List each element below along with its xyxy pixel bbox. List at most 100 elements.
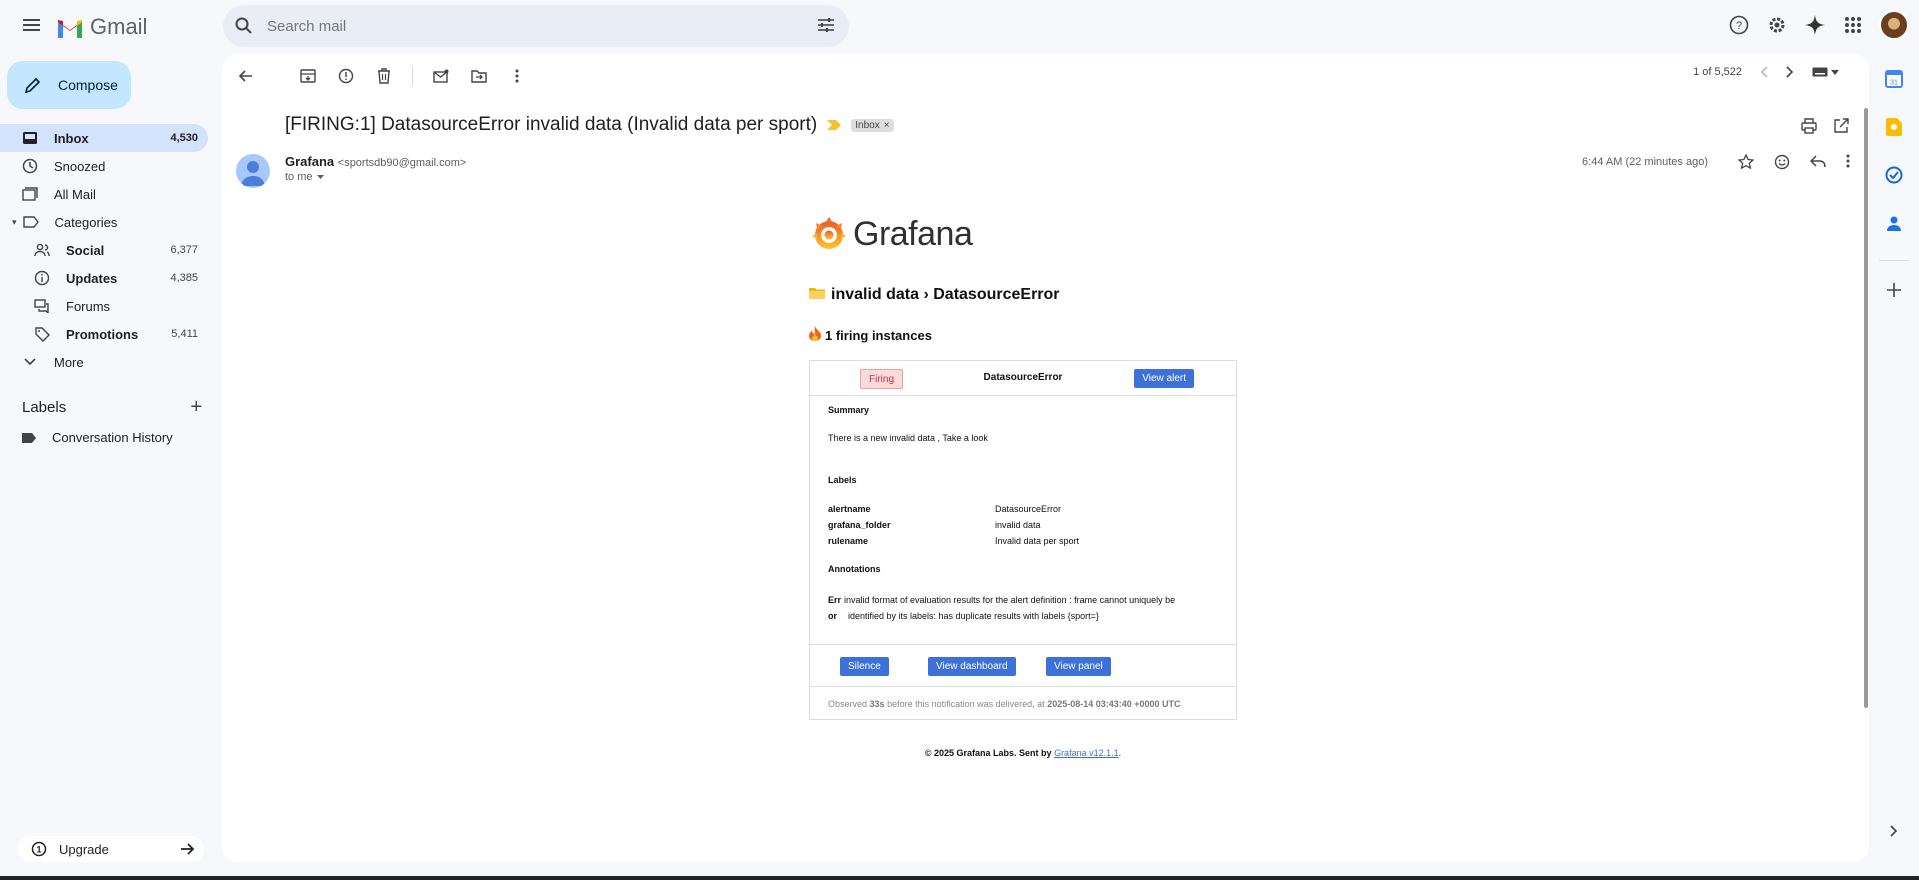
inbox-count: 4,530 (170, 132, 198, 144)
archive-icon[interactable] (298, 66, 318, 86)
contacts-icon[interactable] (1883, 212, 1905, 234)
view-alert-button[interactable]: View alert (1134, 369, 1194, 388)
settings-gear-icon[interactable] (1765, 13, 1789, 37)
info-icon (34, 270, 50, 286)
side-panel: 31 (1869, 54, 1919, 862)
add-addon-plus-icon[interactable] (1883, 279, 1905, 301)
hamburger-icon (22, 19, 40, 31)
keep-notes-icon[interactable] (1883, 116, 1905, 138)
compose-button[interactable]: Compose (7, 61, 131, 109)
message-scrollbar[interactable] (1864, 108, 1868, 708)
sidebar-item-promotions[interactable]: Promotions 5,411 (0, 320, 208, 348)
message-subject: [FIRING:1] DatasourceError invalid data … (285, 114, 818, 135)
add-label-plus-icon[interactable]: + (190, 396, 202, 419)
svg-text:31: 31 (1890, 80, 1898, 87)
next-chevron-icon[interactable] (1786, 66, 1794, 78)
sidebar-item-updates[interactable]: Updates 4,385 (0, 264, 208, 292)
delete-trash-icon[interactable] (374, 66, 394, 86)
main-menu-button[interactable] (16, 12, 46, 38)
star-icon[interactable] (1738, 154, 1754, 170)
sidebar-item-forums[interactable]: Forums (0, 292, 208, 320)
sender-avatar[interactable] (236, 154, 270, 188)
annotation-key: Err or (828, 595, 842, 621)
grafana-version-link[interactable]: Grafana v12.1.1 (1054, 748, 1119, 758)
app-name: Gmail (90, 14, 148, 39)
silence-button[interactable]: Silence (840, 657, 889, 676)
label-outline-icon (22, 214, 39, 230)
help-icon[interactable]: ? (1727, 13, 1751, 37)
arrow-right-icon (181, 843, 194, 855)
gemini-sparkle-icon[interactable] (1803, 13, 1827, 37)
sender-name: Grafana (285, 154, 335, 169)
view-panel-button[interactable]: View panel (1046, 657, 1111, 676)
pagination: 1 of 5,522 (1693, 66, 1839, 78)
sender-row: Grafana <sportsdb90@gmail.com> to me 6:4… (236, 154, 1856, 194)
tag-icon (34, 326, 50, 342)
search-input[interactable] (267, 17, 787, 35)
apps-grid-icon[interactable] (1841, 13, 1865, 37)
back-arrow-icon[interactable] (236, 66, 256, 86)
report-spam-icon[interactable] (336, 66, 356, 86)
grafana-logo: Grafana (809, 214, 973, 254)
sidebar-label-conversation-history[interactable]: Conversation History (22, 430, 173, 445)
open-new-window-icon[interactable] (1833, 118, 1849, 134)
recipients-toggle[interactable]: to me (285, 171, 324, 183)
inbox-icon (22, 130, 38, 146)
firing-count: 1 firing instances (809, 326, 932, 344)
sidebar-item-all-mail[interactable]: All Mail (0, 180, 208, 208)
grafana-wordmark: Grafana (853, 214, 973, 253)
gmail-m-icon (58, 19, 82, 38)
search-icon[interactable] (235, 17, 253, 35)
emoji-reaction-icon[interactable] (1774, 154, 1790, 170)
alert-card: Firing DatasourceError View alert Summar… (809, 360, 1237, 720)
inbox-label-chip: Inbox × (851, 118, 894, 132)
svg-text:1: 1 (36, 845, 41, 855)
chevron-down-icon (22, 354, 38, 370)
move-to-icon[interactable] (469, 66, 489, 86)
compose-label: Compose (58, 77, 118, 93)
sidebar-item-inbox[interactable]: Inbox 4,530 (0, 124, 208, 152)
sidebar-item-more[interactable]: More (0, 348, 208, 376)
pencil-icon (24, 77, 41, 94)
mark-unread-icon[interactable] (431, 66, 451, 86)
previous-chevron-icon[interactable] (1760, 66, 1768, 78)
folder-icon (809, 286, 825, 304)
more-options-vertical-icon[interactable] (507, 66, 527, 86)
upgrade-info-icon: 1 (31, 841, 47, 857)
view-dashboard-button[interactable]: View dashboard (928, 657, 1016, 676)
label-row: grafana_folder invalid data (828, 520, 1041, 530)
sidebar-item-snoozed[interactable]: Snoozed (0, 152, 208, 180)
alert-card-header: Firing DatasourceError View alert (810, 361, 1236, 396)
sidebar-item-categories[interactable]: ▾ Categories (0, 208, 208, 236)
gmail-logo[interactable]: Gmail (56, 14, 147, 40)
copyright-footer: © 2025 Grafana Labs. Sent by Grafana v12… (924, 748, 1122, 758)
search-bar[interactable] (223, 5, 849, 47)
importance-marker-icon[interactable] (827, 120, 842, 130)
subject-line: [FIRING:1] DatasourceError invalid data … (285, 114, 894, 136)
annotation-value: invalid format of evaluation results for… (844, 595, 1176, 621)
sidebar-item-social[interactable]: Social 6,377 (0, 236, 208, 264)
upgrade-button[interactable]: 1 Upgrade (18, 836, 204, 862)
caret-down-icon[interactable]: ▾ (12, 217, 17, 228)
account-avatar[interactable] (1879, 10, 1909, 40)
expand-side-panel-chevron-icon[interactable] (1883, 820, 1905, 842)
alert-card-body: Summary There is a new invalid data , Ta… (810, 396, 1236, 644)
message-actions (1738, 154, 1850, 170)
pager-count: 1 of 5,522 (1693, 66, 1742, 78)
tasks-icon[interactable] (1883, 164, 1905, 186)
input-tools-keyboard-icon[interactable] (1812, 67, 1839, 77)
calendar-icon[interactable]: 31 (1883, 68, 1905, 90)
alert-card-actions: Silence View dashboard View panel (810, 644, 1236, 686)
subject-actions (1801, 118, 1849, 134)
fire-icon (809, 326, 821, 344)
grafana-flame-icon (812, 217, 846, 249)
labels-heading: Labels + (22, 396, 202, 419)
reply-icon[interactable] (1810, 154, 1826, 168)
search-options-icon[interactable] (817, 17, 835, 33)
people-icon (34, 242, 50, 258)
message-more-options-icon[interactable] (1846, 154, 1850, 168)
sidebar-nav: Inbox 4,530 Snoozed All Mail ▾ Categorie… (0, 124, 210, 376)
annotations-heading: Annotations (828, 564, 881, 574)
print-icon[interactable] (1801, 118, 1817, 134)
remove-label-close-icon[interactable]: × (884, 120, 890, 131)
